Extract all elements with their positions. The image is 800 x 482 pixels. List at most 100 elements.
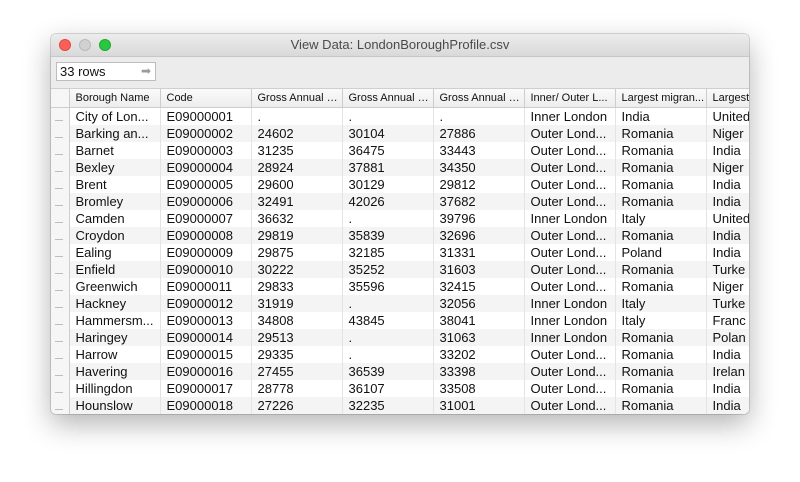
table-cell[interactable]: . [251,107,343,125]
table-cell[interactable]: 31063 [433,329,525,346]
table-cell[interactable]: E09000018 [160,397,252,414]
table-cell[interactable]: India [615,107,707,125]
table-cell[interactable]: Haringey [69,329,161,346]
column-header[interactable]: Largest migran... [615,89,707,108]
table-cell[interactable]: 35596 [342,278,434,295]
table-cell[interactable]: 30104 [342,125,434,142]
row-header[interactable] [51,107,70,125]
table-cell[interactable]: Turke [706,295,749,312]
table-cell[interactable]: 42026 [342,193,434,210]
table-cell[interactable]: Outer Lond... [524,278,616,295]
table-cell[interactable]: 29833 [251,278,343,295]
table-row[interactable]: Havering E09000016 27455 36539 33398 Outer Lo… [51,363,749,380]
row-header[interactable] [51,244,70,261]
row-header[interactable] [51,380,70,397]
table-cell[interactable]: 36107 [342,380,434,397]
table-row[interactable]: Croydon E09000008 29819 35839 32696 Outer Lon… [51,227,749,244]
table-cell[interactable]: 36539 [342,363,434,380]
table-cell[interactable]: Niger [706,278,749,295]
row-header[interactable] [51,278,70,295]
table-cell[interactable]: Romania [615,346,707,363]
table-cell[interactable]: Outer Lond... [524,227,616,244]
table-cell[interactable]: 39796 [433,210,525,227]
column-header[interactable]: Gross Annual P... [433,89,525,108]
table-cell[interactable]: Romania [615,159,707,176]
table-cell[interactable]: India [706,244,749,261]
table-cell[interactable]: Inner London [524,329,616,346]
table-cell[interactable]: 29513 [251,329,343,346]
column-header[interactable]: Code [160,89,252,108]
row-header[interactable] [51,346,70,363]
table-cell[interactable]: Hammersm... [69,312,161,329]
table-cell[interactable]: 32696 [433,227,525,244]
table-cell[interactable]: Romania [615,363,707,380]
table-cell[interactable]: E09000001 [160,107,252,125]
table-cell[interactable]: 27455 [251,363,343,380]
table-cell[interactable]: Italy [615,295,707,312]
row-header[interactable] [51,295,70,312]
row-header[interactable] [51,210,70,227]
table-cell[interactable]: Romania [615,380,707,397]
table-cell[interactable]: E09000004 [160,159,252,176]
table-cell[interactable]: Croydon [69,227,161,244]
row-header[interactable] [51,261,70,278]
row-header[interactable] [51,176,70,193]
table-cell[interactable]: 24602 [251,125,343,142]
table-cell[interactable]: Outer Lond... [524,397,616,414]
table-cell[interactable]: India [706,227,749,244]
table-cell[interactable]: 29875 [251,244,343,261]
table-row[interactable]: Hammersm... E09000013 34808 43845 38041 Inner… [51,312,749,329]
column-header[interactable]: Inner/ Outer L... [524,89,616,108]
table-cell[interactable]: E09000002 [160,125,252,142]
table-cell[interactable]: . [342,346,434,363]
table-cell[interactable]: Turke [706,261,749,278]
table-cell[interactable]: Barking an... [69,125,161,142]
title-bar[interactable]: View Data: LondonBoroughProfile.csv [51,34,749,57]
table-cell[interactable]: E09000016 [160,363,252,380]
table-cell[interactable]: Enfield [69,261,161,278]
table-cell[interactable]: Outer Lond... [524,142,616,159]
table-cell[interactable]: 33202 [433,346,525,363]
table-cell[interactable]: United [706,107,749,125]
table-cell[interactable]: Outer Lond... [524,380,616,397]
table-cell[interactable]: Italy [615,312,707,329]
table-cell[interactable]: Outer Lond... [524,159,616,176]
column-header[interactable]: Largest [706,89,749,108]
table-cell[interactable]: India [706,380,749,397]
table-cell[interactable]: E09000010 [160,261,252,278]
table-cell[interactable]: Poland [615,244,707,261]
table-cell[interactable]: . [433,107,525,125]
table-cell[interactable]: Havering [69,363,161,380]
table-cell[interactable]: 33398 [433,363,525,380]
table-cell[interactable]: Romania [615,278,707,295]
table-cell[interactable]: Hackney [69,295,161,312]
column-header[interactable]: Gross Annual P... [251,89,343,108]
table-cell[interactable]: United [706,210,749,227]
table-row[interactable]: Ealing E09000009 29875 32185 31331 Outer Lond… [51,244,749,261]
table-cell[interactable]: 33508 [433,380,525,397]
table-cell[interactable]: 36475 [342,142,434,159]
row-count-field[interactable]: 33 rows ➡ [56,62,156,81]
table-cell[interactable]: India [706,176,749,193]
table-row[interactable]: Bexley E09000004 28924 37881 34350 Outer Lond… [51,159,749,176]
table-row[interactable]: Hackney E09000012 31919. 32056 Inner London I… [51,295,749,312]
table-row[interactable]: Brent E09000005 29600 30129 29812 Outer Lond.… [51,176,749,193]
table-cell[interactable]: Hounslow [69,397,161,414]
table-cell[interactable]: 32056 [433,295,525,312]
table-cell[interactable]: 32491 [251,193,343,210]
table-cell[interactable]: E09000005 [160,176,252,193]
row-header[interactable] [51,329,70,346]
table-cell[interactable]: India [706,142,749,159]
table-cell[interactable]: Inner London [524,107,616,125]
table-cell[interactable]: Brent [69,176,161,193]
table-cell[interactable]: 30129 [342,176,434,193]
table-cell[interactable]: Bromley [69,193,161,210]
table-cell[interactable]: India [706,193,749,210]
table-row[interactable]: Hounslow E09000018 27226 32235 31001 Outer Lo… [51,397,749,414]
table-cell[interactable]: 34808 [251,312,343,329]
table-cell[interactable]: Outer Lond... [524,346,616,363]
table-cell[interactable]: 28924 [251,159,343,176]
row-header[interactable] [51,125,70,142]
table-cell[interactable]: E09000017 [160,380,252,397]
table-cell[interactable]: Outer Lond... [524,261,616,278]
